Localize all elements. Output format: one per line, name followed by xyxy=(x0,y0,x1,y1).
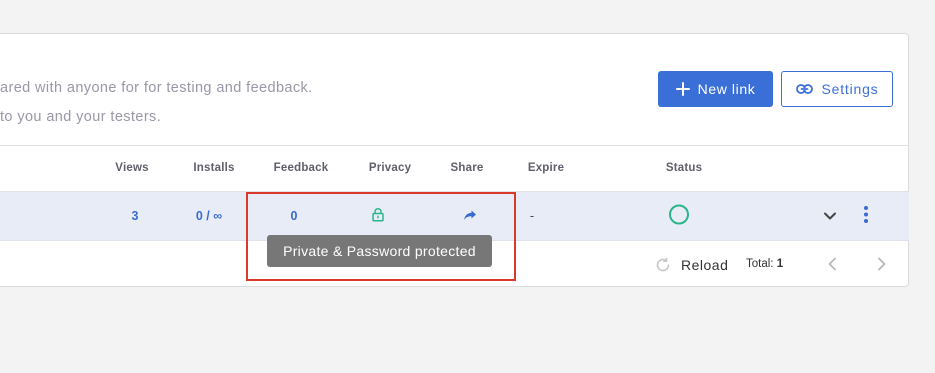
refresh-icon xyxy=(656,257,670,272)
column-header-expire[interactable]: Expire xyxy=(528,162,564,174)
total-value: 1 xyxy=(776,258,784,270)
more-vertical-icon[interactable] xyxy=(863,206,869,229)
column-header-feedback[interactable]: Feedback xyxy=(274,162,329,174)
new-link-label: New link xyxy=(697,81,756,97)
description-line-1: ared with anyone for for testing and fee… xyxy=(0,80,313,96)
column-header-status[interactable]: Status xyxy=(666,162,702,174)
next-page-icon[interactable] xyxy=(877,257,887,276)
previous-page-icon[interactable] xyxy=(827,257,837,276)
settings-label: Settings xyxy=(821,81,879,97)
table-header: Views Installs Feedback Privacy Share Ex… xyxy=(0,145,909,192)
reload-button[interactable]: Reload xyxy=(655,257,728,273)
new-link-button[interactable]: New link xyxy=(658,71,773,107)
chevron-down-icon[interactable] xyxy=(824,208,837,226)
tooltip-text: Private & Password protected xyxy=(283,243,476,259)
column-header-installs[interactable]: Installs xyxy=(193,162,234,174)
installs-value[interactable]: 0 / ∞ xyxy=(196,209,222,223)
table-row[interactable]: 3 0 / ∞ 0 - xyxy=(0,192,909,241)
lock-icon[interactable] xyxy=(372,208,384,227)
plus-icon xyxy=(675,82,690,96)
link-icon xyxy=(795,84,813,94)
reload-label: Reload xyxy=(681,257,729,273)
settings-button[interactable]: Settings xyxy=(781,71,893,107)
privacy-tooltip: Private & Password protected xyxy=(267,235,492,267)
column-header-share[interactable]: Share xyxy=(451,162,484,174)
expire-value: - xyxy=(529,209,535,223)
views-value[interactable]: 3 xyxy=(132,209,139,223)
column-header-privacy[interactable]: Privacy xyxy=(369,162,411,174)
column-header-views[interactable]: Views xyxy=(115,162,148,174)
description-line-2: to you and your testers. xyxy=(0,109,162,125)
feedback-value[interactable]: 0 xyxy=(291,209,298,223)
status-circle-icon[interactable] xyxy=(668,204,690,231)
total-label: Total: xyxy=(746,258,774,270)
total-count: Total: 1 xyxy=(746,258,783,270)
share-arrow-icon[interactable] xyxy=(464,208,477,226)
